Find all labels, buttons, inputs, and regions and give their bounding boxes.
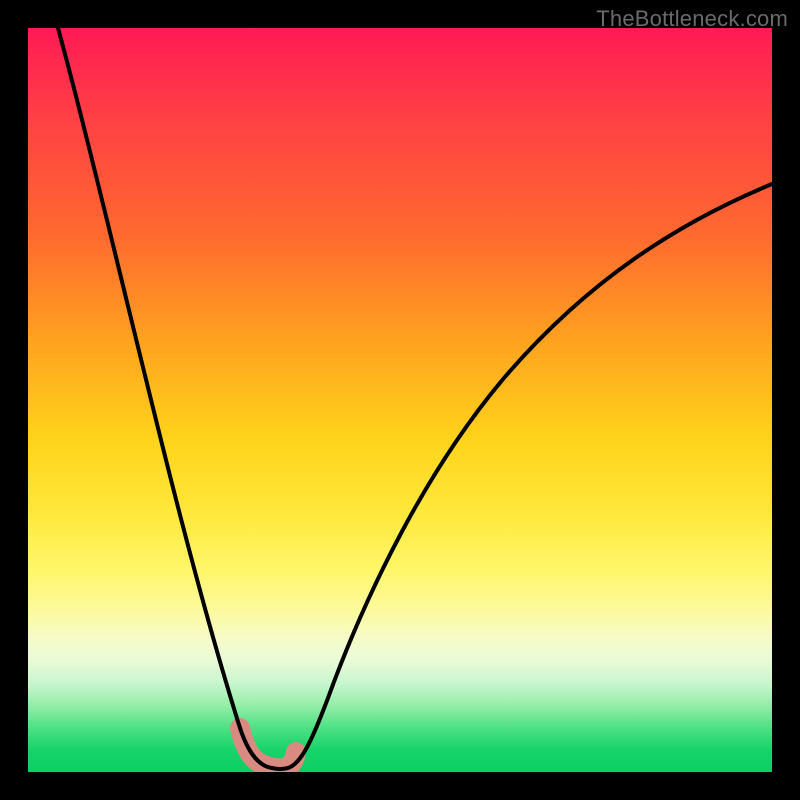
- bottleneck-curve-svg: [28, 28, 772, 772]
- curve-trough: [272, 768, 288, 769]
- outer-frame: TheBottleneck.com: [0, 0, 800, 800]
- curve-left-branch: [58, 28, 272, 768]
- curve-right-branch: [288, 184, 772, 768]
- plot-area: [28, 28, 772, 772]
- watermark-text: TheBottleneck.com: [596, 6, 788, 32]
